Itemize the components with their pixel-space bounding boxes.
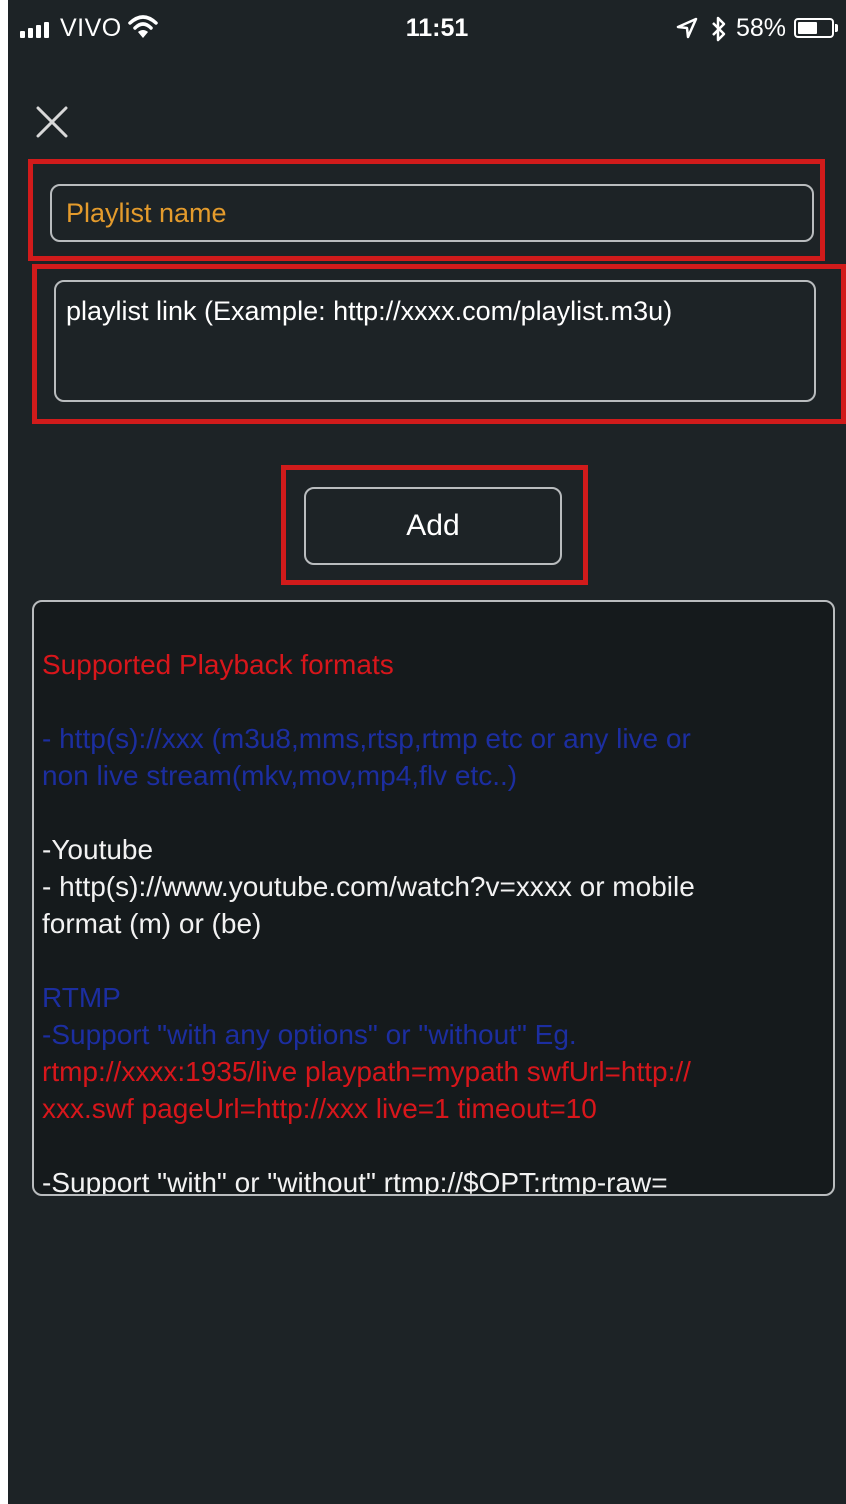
youtube-format-line-2: format (m) or (be) bbox=[42, 908, 262, 939]
http-format-line: - http(s)://xxx (m3u8,mms,rtsp,rtmp etc … bbox=[42, 723, 691, 754]
location-arrow-icon bbox=[676, 17, 698, 39]
http-format-line-2: non live stream(mkv,mov,mp4,flv etc..) bbox=[42, 760, 518, 791]
formats-heading: Supported Playback formats bbox=[42, 649, 394, 680]
add-playlist-screen: VIVO 11:51 58% Add Supported Playback fo… bbox=[8, 0, 846, 1504]
bluetooth-icon bbox=[712, 16, 726, 42]
battery-cap bbox=[835, 24, 838, 32]
battery-percent: 58% bbox=[736, 14, 787, 42]
rtmp-example-line-2: xxx.swf pageUrl=http://xxx live=1 timeou… bbox=[42, 1093, 597, 1124]
youtube-title: -Youtube bbox=[42, 834, 154, 865]
status-bar: VIVO 11:51 58% bbox=[8, 0, 846, 62]
playlist-name-input[interactable] bbox=[50, 184, 814, 242]
close-icon[interactable] bbox=[34, 104, 70, 140]
rtmp-title: RTMP bbox=[42, 982, 121, 1013]
rtmp-example-line: rtmp://xxxx:1935/live playpath=mypath sw… bbox=[42, 1056, 691, 1087]
rtmp-raw-line: -Support "with" or "without" rtmp://$OPT… bbox=[42, 1167, 668, 1196]
supported-formats-text: Supported Playback formats - http(s)://x… bbox=[42, 646, 822, 1196]
battery-fill bbox=[798, 22, 817, 34]
add-button[interactable]: Add bbox=[304, 487, 562, 565]
battery-icon bbox=[794, 18, 834, 38]
youtube-format-line: - http(s)://www.youtube.com/watch?v=xxxx… bbox=[42, 871, 695, 902]
rtmp-support-line: -Support "with any options" or "without"… bbox=[42, 1019, 577, 1050]
supported-formats-panel[interactable]: Supported Playback formats - http(s)://x… bbox=[32, 600, 835, 1196]
playlist-link-input[interactable] bbox=[54, 280, 816, 402]
